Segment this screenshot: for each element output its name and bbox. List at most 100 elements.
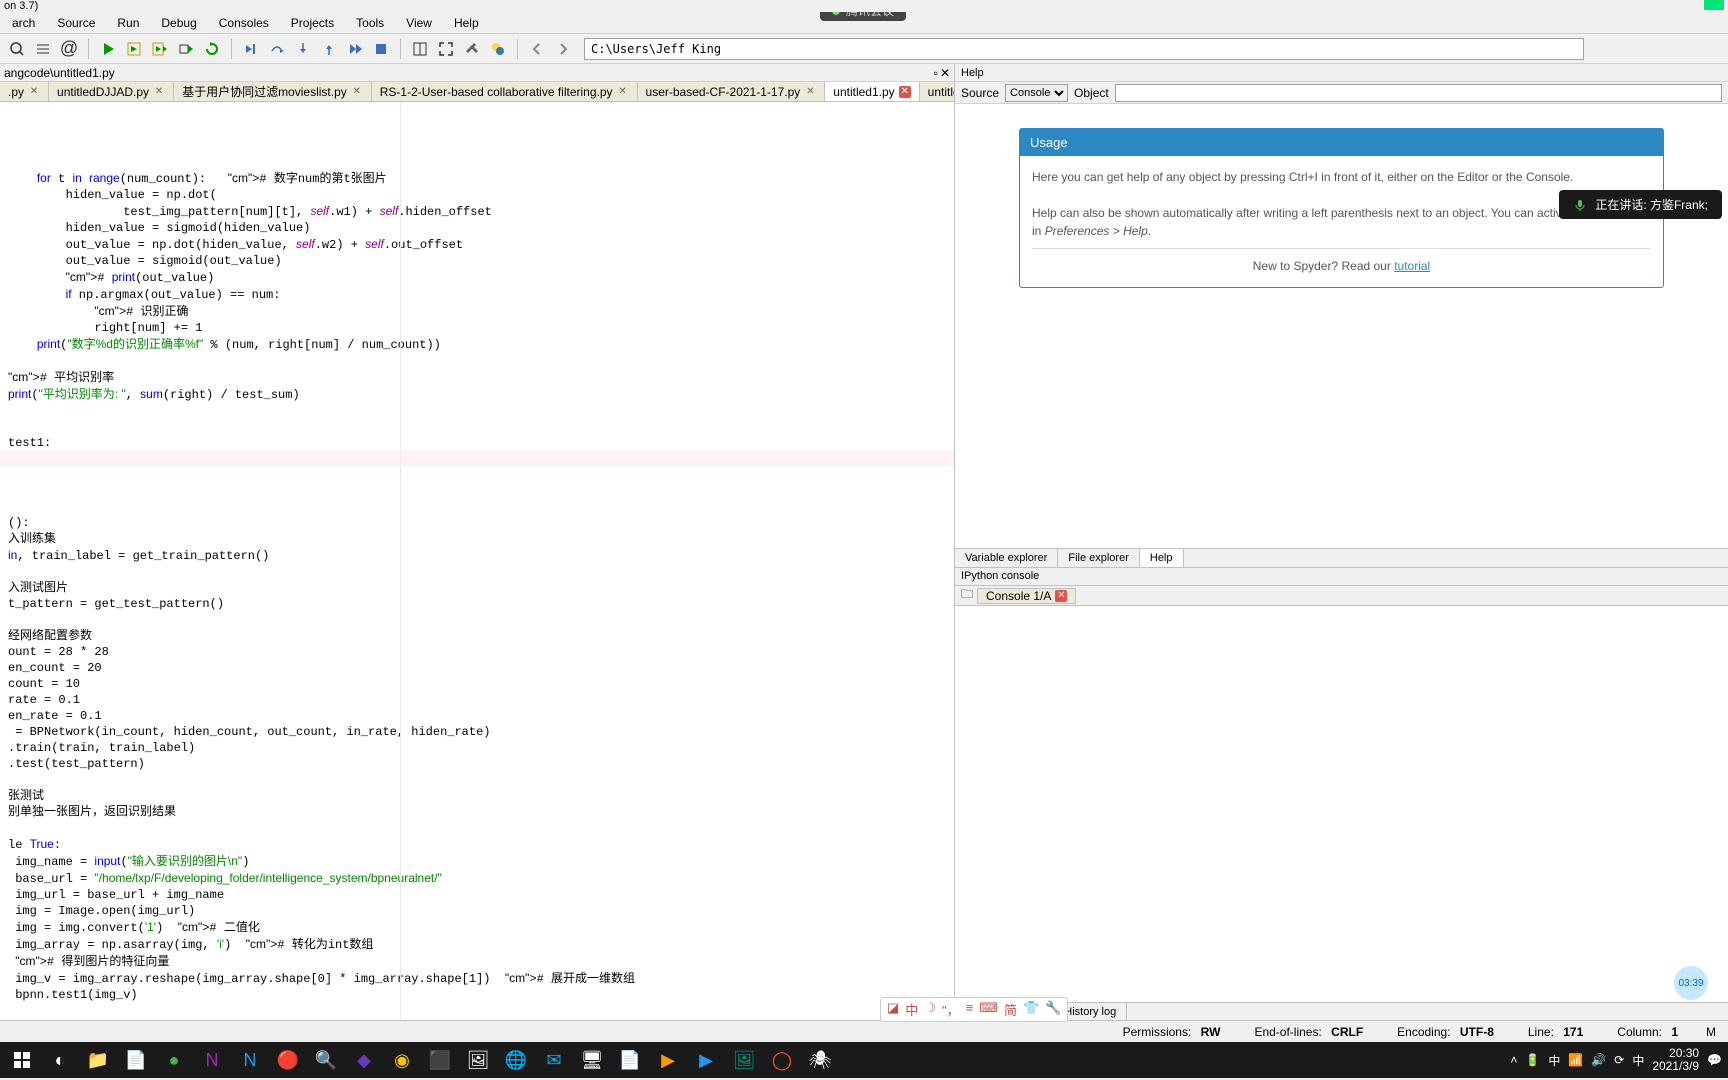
close-icon[interactable]: ✕ xyxy=(153,86,165,98)
app-icon[interactable]: ◯ xyxy=(764,1044,800,1076)
rerun-icon[interactable] xyxy=(201,38,223,60)
ime-keyboard-icon[interactable]: ⌨ xyxy=(979,1000,998,1019)
menu-source[interactable]: Source xyxy=(49,14,103,32)
dock-icon[interactable]: ▫ xyxy=(934,66,938,80)
wifi-icon[interactable]: 📶 xyxy=(1568,1053,1583,1067)
at-icon[interactable]: @ xyxy=(58,38,80,60)
python-icon[interactable] xyxy=(487,38,509,60)
start-button[interactable] xyxy=(4,1044,40,1076)
debug-continue-icon[interactable] xyxy=(344,38,366,60)
ime-icon[interactable]: ◪ xyxy=(887,1000,899,1019)
menu-help[interactable]: Help xyxy=(446,14,487,32)
close-icon[interactable]: ✕ xyxy=(804,86,816,98)
menu-tools[interactable]: Tools xyxy=(348,14,392,32)
taskbar-clock[interactable]: 20:30 2021/3/9 xyxy=(1652,1047,1699,1073)
back-icon[interactable] xyxy=(526,38,548,60)
editor-tab[interactable]: user-based-CF-2021-1-17.py✕ xyxy=(638,82,826,101)
taskbar-app-icon[interactable]: ◐ xyxy=(42,1044,78,1076)
recording-timer[interactable]: 03:39 xyxy=(1674,966,1708,1000)
chrome-icon[interactable]: 🔴 xyxy=(270,1044,306,1076)
debug-step-into-icon[interactable] xyxy=(292,38,314,60)
ime-tray-icon[interactable]: 中 xyxy=(1548,1052,1560,1069)
editor-tab[interactable]: untitled2.py✕ xyxy=(920,82,954,101)
tray-expand-icon[interactable]: ˄ xyxy=(1510,1053,1517,1067)
close-pane-icon[interactable]: ✕ xyxy=(940,66,950,80)
editor-tab[interactable]: untitledDJJAD.py✕ xyxy=(49,82,174,101)
app-icon[interactable]: ⬛ xyxy=(422,1044,458,1076)
app-icon[interactable]: 🌐 xyxy=(498,1044,534,1076)
menu-run[interactable]: Run xyxy=(109,14,147,32)
close-icon[interactable]: ✕ xyxy=(1055,590,1067,602)
app-icon[interactable]: ◉ xyxy=(384,1044,420,1076)
menu-projects[interactable]: Projects xyxy=(283,14,342,32)
code-editor[interactable]: for t in range(num_count): "cm"># 数字num的… xyxy=(0,102,954,1020)
app-icon[interactable]: 🖼 xyxy=(460,1044,496,1076)
help-object-input[interactable] xyxy=(1115,84,1722,102)
battery-icon[interactable]: 🔋 xyxy=(1525,1053,1540,1067)
app-icon[interactable]: ◆ xyxy=(346,1044,382,1076)
app-icon[interactable]: 🖼 xyxy=(726,1044,762,1076)
console-folder-icon[interactable]: 🗀 xyxy=(961,585,973,606)
debug-stop-icon[interactable] xyxy=(370,38,392,60)
menu-view[interactable]: View xyxy=(398,14,440,32)
help-source-select[interactable]: Console xyxy=(1005,84,1068,102)
sync-icon[interactable]: ⟳ xyxy=(1614,1053,1624,1067)
ime-toolbar[interactable]: ◪ 中 ☽ "， ≡ ⌨ 简 👕 🔧 xyxy=(880,997,1068,1022)
fullscreen-icon[interactable] xyxy=(435,38,457,60)
app-icon[interactable]: ▶ xyxy=(650,1044,686,1076)
close-icon[interactable]: ✕ xyxy=(351,86,363,98)
debug-step-over-icon[interactable] xyxy=(266,38,288,60)
browser-icon[interactable]: ● xyxy=(156,1044,192,1076)
ime-wrench-icon[interactable]: 🔧 xyxy=(1045,1000,1061,1019)
tutorial-link[interactable]: tutorial xyxy=(1394,259,1430,273)
tray-icon[interactable]: 中 xyxy=(1632,1052,1644,1069)
debug-step-out-icon[interactable] xyxy=(318,38,340,60)
notepad-icon[interactable]: 📄 xyxy=(118,1044,154,1076)
run-icon[interactable] xyxy=(97,38,119,60)
run-cell-advance-icon[interactable] xyxy=(149,38,171,60)
editor-tab[interactable]: RS-1-2-User-based collaborative filterin… xyxy=(372,82,638,101)
ime-width[interactable]: ≡ xyxy=(966,1000,974,1019)
app-icon[interactable]: ✉ xyxy=(536,1044,572,1076)
menu-debug[interactable]: Debug xyxy=(153,14,204,32)
console-tab[interactable]: Console 1/A✕ xyxy=(977,588,1076,604)
working-dir-input[interactable] xyxy=(584,38,1584,60)
run-cell-icon[interactable] xyxy=(123,38,145,60)
wrench-icon[interactable] xyxy=(461,38,483,60)
app-icon[interactable]: 🖥 xyxy=(574,1044,610,1076)
search-icon[interactable] xyxy=(6,38,28,60)
window-control-max[interactable] xyxy=(1704,0,1724,10)
console-body[interactable] xyxy=(955,606,1728,1002)
ime-cloth-icon[interactable]: 👕 xyxy=(1023,1000,1039,1019)
close-icon[interactable]: ✕ xyxy=(899,86,911,98)
ime-punct[interactable]: "， xyxy=(942,1000,960,1019)
editor-tab[interactable]: .py✕ xyxy=(0,82,49,101)
onenote-icon[interactable]: N xyxy=(194,1044,230,1076)
ime-simp[interactable]: 简 xyxy=(1004,1000,1017,1019)
file-explorer-icon[interactable]: 📁 xyxy=(80,1044,116,1076)
app-icon[interactable]: N xyxy=(232,1044,268,1076)
menu-search[interactable]: arch xyxy=(4,14,43,32)
debug-step-icon[interactable] xyxy=(240,38,262,60)
ime-char[interactable]: 中 xyxy=(905,1000,918,1019)
editor-tab-active[interactable]: untitled1.py✕ xyxy=(825,82,919,101)
everything-icon[interactable]: 🔍 xyxy=(308,1044,344,1076)
notifications-icon[interactable]: 💬 xyxy=(1707,1053,1722,1067)
layout-icon[interactable] xyxy=(409,38,431,60)
volume-icon[interactable]: 🔊 xyxy=(1591,1053,1606,1067)
close-icon[interactable]: ✕ xyxy=(617,86,629,98)
run-selection-icon[interactable] xyxy=(175,38,197,60)
editor-tab[interactable]: 基于用户协同过滤movieslist.py✕ xyxy=(174,82,372,101)
spyder-icon[interactable]: 🕷 xyxy=(802,1044,838,1076)
tab-variable-explorer[interactable]: Variable explorer xyxy=(955,549,1058,567)
forward-icon[interactable] xyxy=(552,38,574,60)
app-icon[interactable]: ▶ xyxy=(688,1044,724,1076)
list-icon[interactable] xyxy=(32,38,54,60)
usage-text-1: Here you can get help of any object by p… xyxy=(1032,168,1651,186)
tab-help[interactable]: Help xyxy=(1140,549,1184,567)
ime-moon-icon[interactable]: ☽ xyxy=(924,1000,936,1019)
tab-file-explorer[interactable]: File explorer xyxy=(1058,549,1140,567)
pdf-icon[interactable]: 📄 xyxy=(612,1044,648,1076)
menu-consoles[interactable]: Consoles xyxy=(211,14,277,32)
close-icon[interactable]: ✕ xyxy=(28,86,40,98)
